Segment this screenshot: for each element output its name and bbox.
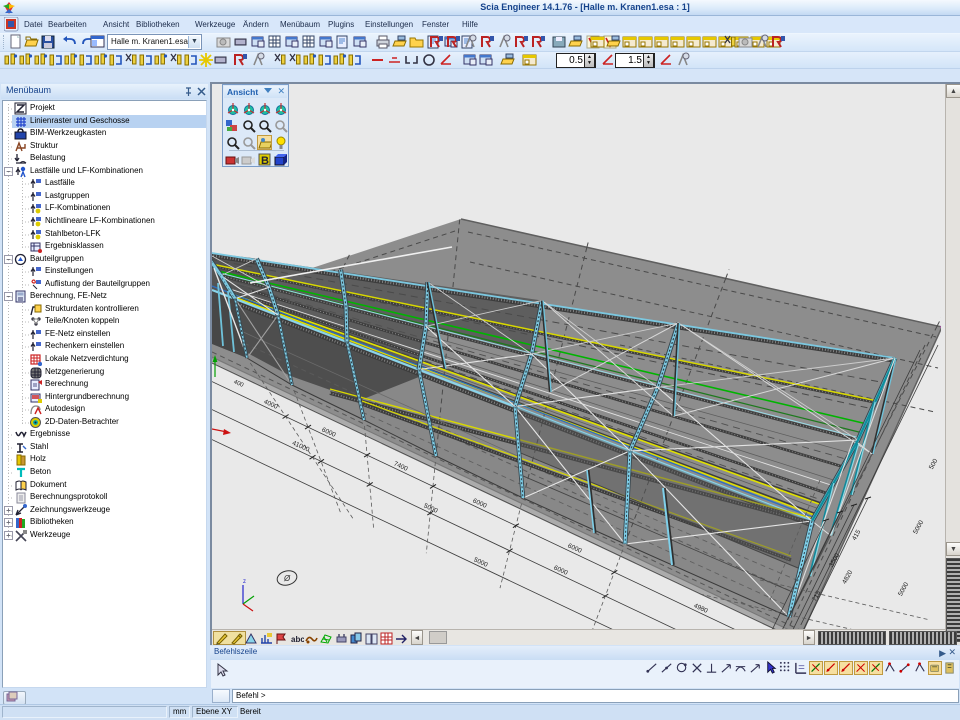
svg-text:z: z <box>243 579 246 585</box>
svg-text:abc: abc <box>291 635 304 644</box>
svg-text:B: B <box>261 155 269 167</box>
svg-text:Ø: Ø <box>283 574 291 583</box>
